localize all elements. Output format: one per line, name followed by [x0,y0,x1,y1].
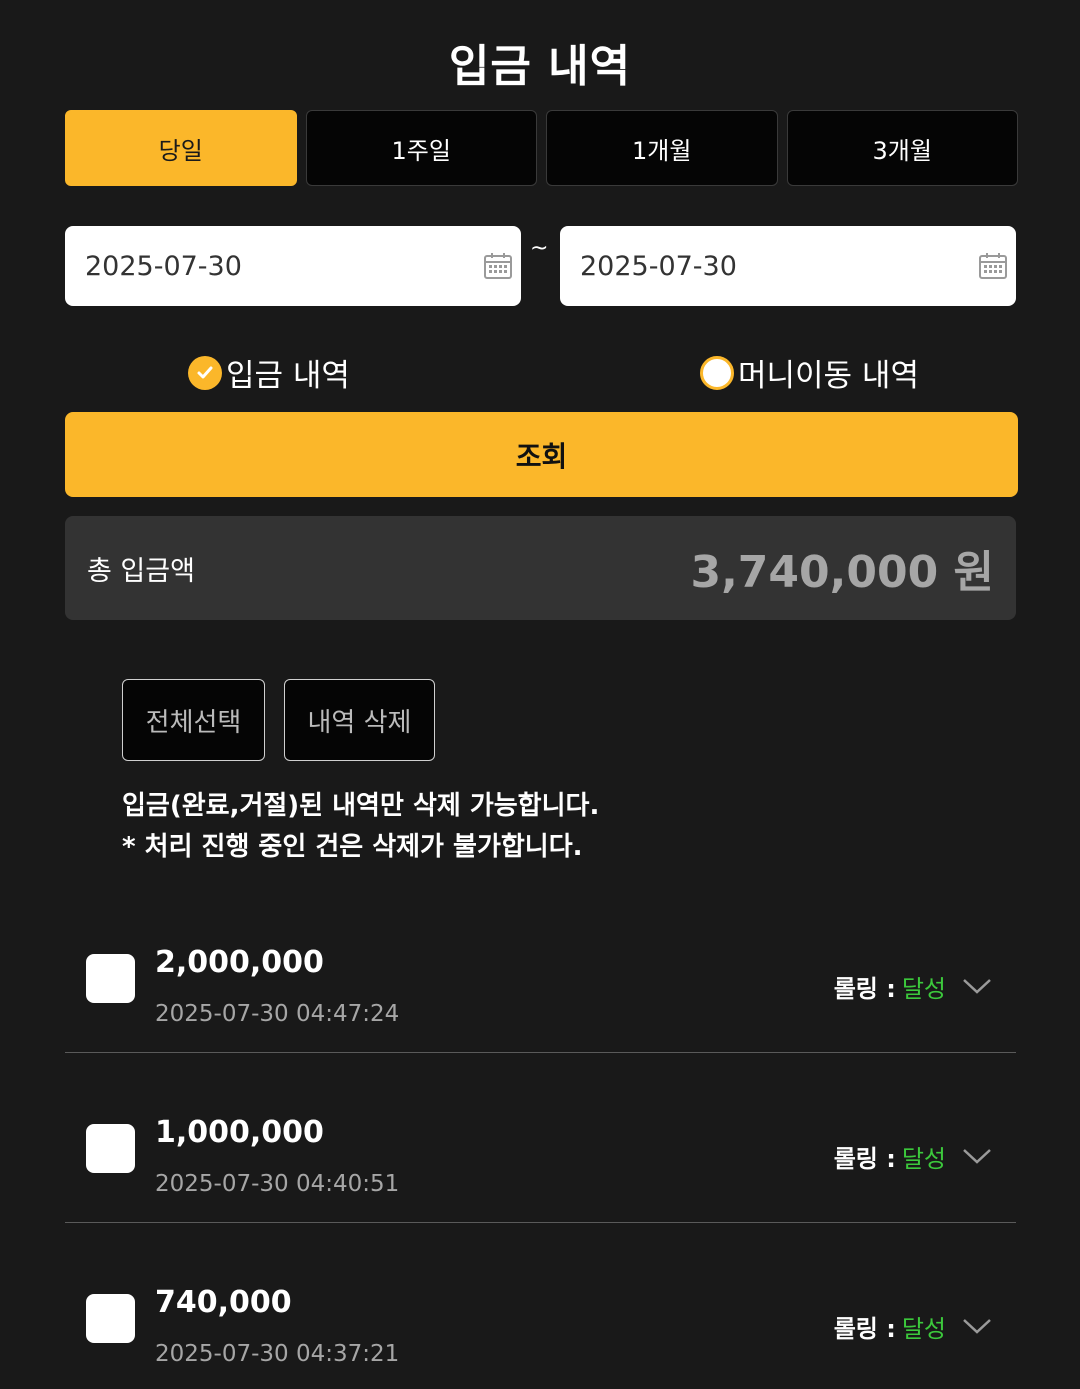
rolling-status-value: 달성 [901,975,946,1003]
start-date-value: 2025-07-30 [85,250,242,282]
tab-3-months[interactable]: 3개월 [786,110,1018,186]
chevron-down-icon[interactable] [962,971,992,1001]
checkmark-icon [188,355,222,390]
delete-history-button[interactable]: 내역 삭제 [284,679,435,761]
deposit-timestamp: 2025-07-30 04:40:51 [155,1171,400,1197]
chevron-down-icon[interactable] [962,1311,992,1341]
radio-deposit-history[interactable]: 입금 내역 [188,350,350,395]
deposit-history-page: 입금 내역 당일 1주일 1개월 3개월 2025-07-30 ~ 2025-0… [0,0,1080,1389]
deposit-amount: 2,000,000 [155,945,324,980]
deposit-amount: 740,000 [155,1285,292,1320]
end-date-value: 2025-07-30 [580,250,737,282]
rolling-status: 롤링 : 달성 [834,969,946,1004]
calendar-icon[interactable] [978,251,1008,281]
list-item: 2,000,000 2025-07-30 04:47:24 롤링 : 달성 [65,883,1016,1053]
rolling-label: 롤링 : [833,975,896,1003]
rolling-label: 롤링 : [833,1145,896,1173]
date-separator: ~ [530,236,549,261]
period-tabs: 당일 1주일 1개월 3개월 [65,110,1018,186]
total-value: 3,740,000 원 [690,547,994,598]
row-checkbox[interactable] [86,954,135,1003]
row-checkbox[interactable] [86,1294,135,1343]
deposit-amount: 1,000,000 [155,1115,324,1150]
select-all-button[interactable]: 전체선택 [122,679,265,761]
radio-circle-icon [700,355,734,390]
rolling-label: 롤링 : [833,1315,896,1343]
rolling-status: 롤링 : 달성 [834,1309,946,1344]
tab-today[interactable]: 당일 [65,110,297,186]
list-item: 740,000 2025-07-30 04:37:21 롤링 : 달성 [65,1223,1016,1389]
radio-label-deposit: 입금 내역 [226,358,350,394]
page-title: 입금 내역 [448,41,632,92]
calendar-icon[interactable] [483,251,513,281]
radio-money-transfer-history[interactable]: 머니이동 내역 [700,350,919,395]
deposit-timestamp: 2025-07-30 04:47:24 [155,1001,400,1027]
notice-line: * 처리 진행 중인 건은 삭제가 불가합니다. [122,832,583,862]
tab-1-month[interactable]: 1개월 [546,110,778,186]
rolling-status: 롤링 : 달성 [834,1139,946,1174]
total-deposit-panel: 총 입금액 3,740,000 원 [65,516,1016,620]
rolling-status-value: 달성 [901,1145,946,1173]
list-item: 1,000,000 2025-07-30 04:40:51 롤링 : 달성 [65,1053,1016,1223]
end-date-field[interactable]: 2025-07-30 [560,226,1016,306]
search-button[interactable]: 조회 [65,412,1018,497]
notice-line: 입금(완료,거절)된 내역만 삭제 가능합니다. [122,791,600,821]
chevron-down-icon[interactable] [962,1141,992,1171]
rolling-status-value: 달성 [901,1315,946,1343]
delete-notice: 입금(완료,거절)된 내역만 삭제 가능합니다. * 처리 진행 중인 건은 삭… [122,786,599,868]
row-checkbox[interactable] [86,1124,135,1173]
tab-1-week[interactable]: 1주일 [305,110,537,186]
deposit-timestamp: 2025-07-30 04:37:21 [155,1341,400,1367]
radio-label-transfer: 머니이동 내역 [738,358,919,394]
start-date-field[interactable]: 2025-07-30 [65,226,521,306]
total-label: 총 입금액 [87,555,195,587]
